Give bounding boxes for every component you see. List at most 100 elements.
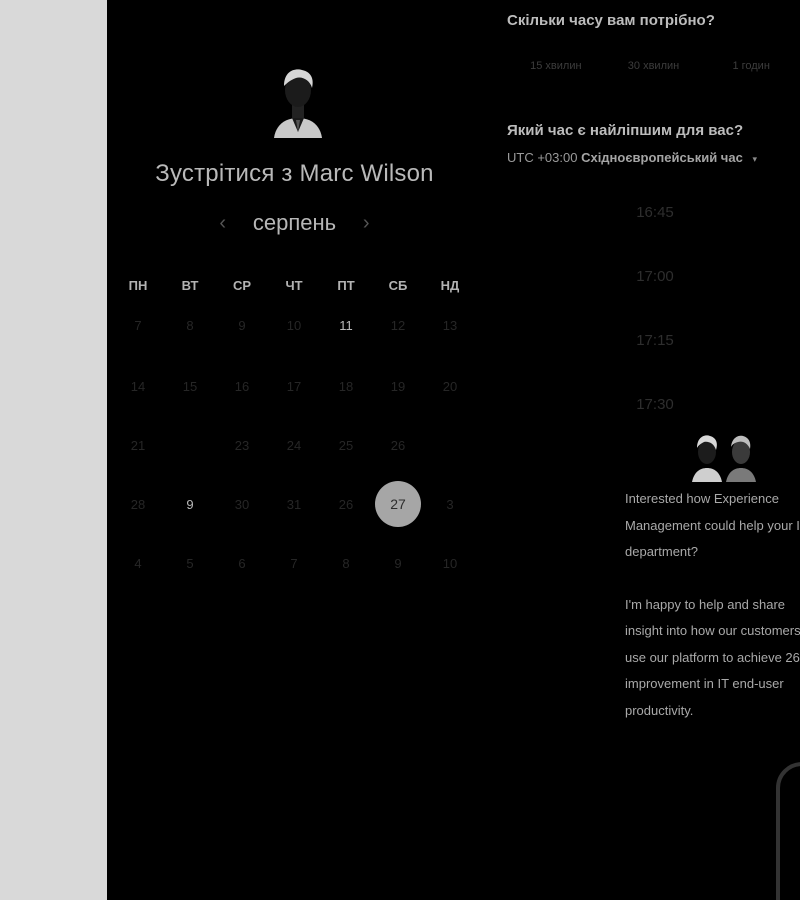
time-slot[interactable]: 17:15 xyxy=(507,318,800,382)
month-navigator: ‹ серпень › xyxy=(107,210,482,236)
duration-option-15[interactable]: 15 хвилин xyxy=(507,60,605,72)
calendar-day: 13 xyxy=(424,302,476,352)
chat-line: use our platform to achieve 26% xyxy=(625,649,800,665)
calendar-day: 25 xyxy=(320,420,372,470)
calendar-day-number: 21 xyxy=(130,437,146,453)
chat-line: improvement in IT end-user xyxy=(625,676,784,691)
calendar-day-number: 24 xyxy=(286,437,302,453)
calendar-day-number: 3 xyxy=(446,496,454,512)
calendar-day: 31 xyxy=(268,479,320,529)
calendar-day-number: 14 xyxy=(130,378,146,394)
chat-message: Interested how Experience Management cou… xyxy=(625,486,800,750)
calendar-day: 26 xyxy=(372,420,424,470)
calendar-day[interactable]: 11 xyxy=(320,302,372,352)
duration-options: 15 хвилин 30 хвилин 1 годин xyxy=(507,60,800,72)
calendar-day-number: 9 xyxy=(186,496,194,512)
chat-line: department? xyxy=(625,544,698,559)
calendar-day-number: 10 xyxy=(442,555,458,571)
calendar-day: 17 xyxy=(268,361,320,411)
calendar-week: 4 5 6 7 8 9 10 xyxy=(112,538,476,597)
calendar-day: 20 xyxy=(424,361,476,411)
calendar-day-number: 18 xyxy=(338,378,354,394)
timezone-select[interactable]: UTC +03:00 Східноєвропейський час ▾ xyxy=(507,150,757,165)
calendar-day-number: 26 xyxy=(338,496,354,512)
calendar-day: 8 xyxy=(164,302,216,352)
timezone-offset: UTC +03:00 xyxy=(507,150,578,165)
calendar-day: 8 xyxy=(320,538,372,588)
host-name: Marc Wilson xyxy=(299,160,434,187)
calendar-day-number xyxy=(427,422,473,468)
browser-gutter xyxy=(0,0,107,900)
duration-option-30[interactable]: 30 хвилин xyxy=(605,60,703,72)
calendar-week: 14 15 16 17 18 19 20 xyxy=(112,361,476,420)
calendar-day-selected[interactable]: 27 xyxy=(372,479,424,529)
chat-line: Management could help your IT xyxy=(625,517,800,533)
calendar-day: 5 xyxy=(164,538,216,588)
calendar-day-number: 23 xyxy=(234,437,250,453)
chat-agent-avatars xyxy=(692,435,756,482)
weekday-label: ЧТ xyxy=(285,278,303,293)
calendar-day-number xyxy=(167,422,213,468)
calendar-day: 3 xyxy=(424,479,476,529)
calendar-day-number: 26 xyxy=(390,437,406,453)
calendar-day-number: 16 xyxy=(234,378,250,394)
calendar-week: 28 9 30 31 26 27 3 xyxy=(112,479,476,538)
calendar-day: 7 xyxy=(112,302,164,352)
calendar-day: 15 xyxy=(164,361,216,411)
calendar-day[interactable]: 9 xyxy=(164,479,216,529)
booking-panel: Скільки часу вам потрібно? 15 хвилин 30 … xyxy=(507,0,800,900)
previous-month-icon[interactable]: ‹ xyxy=(213,212,233,235)
calendar-day-number: 20 xyxy=(442,378,458,394)
time-slot[interactable]: 16:45 xyxy=(507,190,800,254)
calendar-day-number: 9 xyxy=(394,555,402,571)
duration-option-60[interactable]: 1 годин xyxy=(702,60,800,72)
calendar-day-number: 15 xyxy=(182,378,198,394)
duration-heading: Скільки часу вам потрібно? xyxy=(507,12,715,29)
chat-launcher-button[interactable] xyxy=(776,762,800,900)
calendar-grid: ПН ВТ СР ЧТ ПТ СБ НД 7 8 9 10 11 12 13 14 15 16 17… xyxy=(112,270,476,597)
calendar-day: 28 xyxy=(112,479,164,529)
calendar-day: 30 xyxy=(216,479,268,529)
calendar-day-number: 27 xyxy=(375,481,421,527)
timezone-name: Східноєвропейський час xyxy=(581,150,743,165)
calendar-day: 23 xyxy=(216,420,268,470)
chat-paragraph: I'm happy to help and share insight into… xyxy=(625,592,800,725)
calendar-day-number: 7 xyxy=(134,317,142,333)
calendar-day: 7 xyxy=(268,538,320,588)
calendar-day: 6 xyxy=(216,538,268,588)
calendar-day: 24 xyxy=(268,420,320,470)
calendar-day: 21 xyxy=(112,420,164,470)
calendar-day: 14 xyxy=(112,361,164,411)
weekday-label: СР xyxy=(232,278,252,293)
calendar-week: 7 8 9 10 11 12 13 xyxy=(112,302,476,361)
meeting-scheduler: Зустрітися з Marc Wilson ‹ серпень › ПН … xyxy=(107,0,800,900)
chat-line: productivity. xyxy=(625,702,694,718)
meeting-title: Зустрітися з Marc Wilson xyxy=(107,160,482,188)
time-heading: Який час є найліпшим для вас? xyxy=(507,122,744,139)
chat-line: Interested how Experience xyxy=(625,491,779,506)
calendar-day xyxy=(164,420,216,470)
calendar-day-number: 19 xyxy=(390,378,406,394)
calendar-day-number: 6 xyxy=(238,555,246,571)
calendar-day: 18 xyxy=(320,361,372,411)
calendar-day: 9 xyxy=(372,538,424,588)
calendar-day: 16 xyxy=(216,361,268,411)
next-month-icon[interactable]: › xyxy=(356,212,376,235)
weekday-label: СБ xyxy=(388,278,408,293)
calendar-day-number: 4 xyxy=(134,555,142,571)
time-slot[interactable]: 17:00 xyxy=(507,254,800,318)
calendar-day xyxy=(424,420,476,470)
calendar-week: 21 23 24 25 26 xyxy=(112,420,476,479)
calendar-day: 10 xyxy=(268,302,320,352)
calendar-day-number: 17 xyxy=(286,378,302,394)
calendar-day-number: 8 xyxy=(186,317,194,333)
calendar-day: 4 xyxy=(112,538,164,588)
calendar-day-number: 5 xyxy=(186,555,194,571)
month-label: серпень xyxy=(252,210,337,235)
chat-line: insight into how our customers xyxy=(625,623,800,638)
host-avatar xyxy=(274,69,322,138)
calendar-day: 10 xyxy=(424,538,476,588)
calendar-day-number: 10 xyxy=(286,317,302,333)
chat-line: I'm happy to help and share xyxy=(625,596,786,612)
calendar-day: 12 xyxy=(372,302,424,352)
